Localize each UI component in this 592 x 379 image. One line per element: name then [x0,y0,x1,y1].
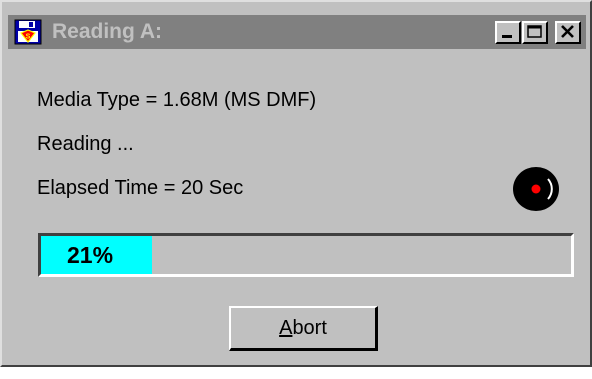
window-title: Reading A: [52,20,163,43]
title-bar[interactable]: S Reading A: [8,15,586,49]
svg-text:S: S [26,34,31,41]
elapsed-time-label: Elapsed Time = 20 Sec [37,177,244,199]
maximize-button[interactable] [522,21,548,44]
dialog-window: S Reading A: Media Type = 1.68M (MS DMF)… [0,0,592,367]
floppy-disk-icon[interactable]: S [14,19,42,45]
spinning-disk-icon [511,166,561,212]
close-button[interactable] [555,21,581,44]
minimize-button[interactable] [495,21,521,44]
minimize-icon [502,35,512,38]
media-type-label: Media Type = 1.68M (MS DMF) [37,89,317,111]
abort-label: bort [292,316,327,339]
abort-button[interactable]: Abort [229,306,378,351]
maximize-icon [527,25,542,38]
progress-percent: 21% [67,242,114,268]
close-icon [561,25,574,38]
progress-bar: 21% [38,233,574,277]
abort-accelerator-key: A [279,316,293,339]
reading-status-label: Reading ... [37,133,134,155]
